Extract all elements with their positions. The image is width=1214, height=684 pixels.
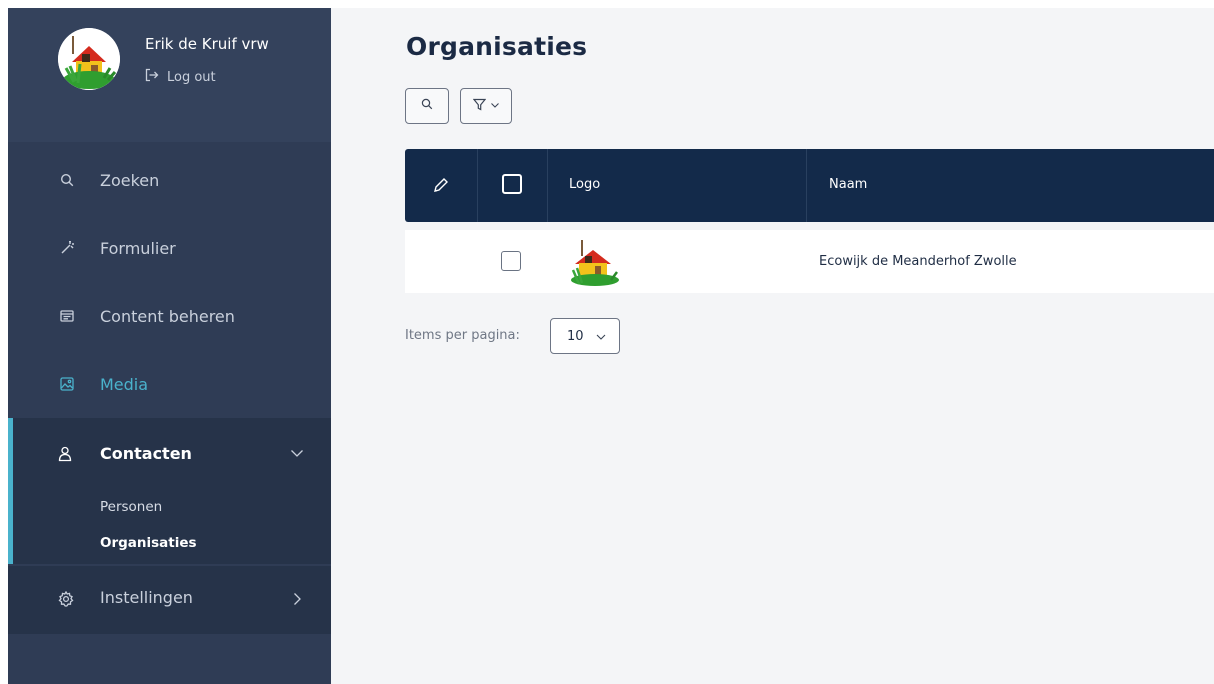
search-icon <box>58 171 76 189</box>
image-icon <box>58 375 76 393</box>
sidebar-item-search[interactable]: Zoeken <box>8 146 331 214</box>
logout-label: Log out <box>167 69 216 85</box>
column-header-name[interactable]: Naam <box>829 177 867 192</box>
chevron-down-icon <box>490 98 500 114</box>
column-divider <box>477 149 478 222</box>
sidebar-item-form[interactable]: Formulier <box>8 214 331 282</box>
items-per-page-label: Items per pagina: <box>405 328 520 343</box>
select-all-checkbox[interactable] <box>502 174 522 194</box>
sidebar-subitem-persons[interactable]: Personen <box>100 499 162 515</box>
sidebar-item-label: Formulier <box>100 238 176 258</box>
sidebar-item-media[interactable]: Media <box>8 350 331 418</box>
table-row[interactable]: Ecowijk de Meanderhof Zwolle <box>405 230 1214 293</box>
sidebar-item-label: Instellingen <box>100 588 193 607</box>
layout-icon <box>58 307 76 325</box>
gear-icon <box>58 590 76 609</box>
page-title: Organisaties <box>406 32 588 61</box>
table-header: Logo Naam <box>405 149 1214 222</box>
column-divider <box>806 149 807 222</box>
column-divider <box>547 149 548 222</box>
filter-button[interactable] <box>460 88 512 124</box>
sidebar-item-settings[interactable]: Instellingen <box>8 566 331 634</box>
search-icon <box>421 98 433 114</box>
items-per-page-select[interactable]: 10 <box>550 318 620 354</box>
sidebar-item-contacts[interactable]: Contacten <box>8 430 331 480</box>
user-icon <box>58 446 76 464</box>
user-name: Erik de Kruif vrw <box>145 35 269 53</box>
sidebar-item-content[interactable]: Content beheren <box>8 282 331 350</box>
organisation-name: Ecowijk de Meanderhof Zwolle <box>819 254 1017 269</box>
magic-wand-icon <box>58 239 76 257</box>
chevron-down-icon <box>290 446 304 460</box>
organisation-logo <box>567 238 623 288</box>
sidebar: Erik de Kruif vrw Log out Zoeken Formuli… <box>8 8 331 684</box>
avatar[interactable] <box>58 28 120 90</box>
filter-icon <box>472 98 486 115</box>
sidebar-item-label: Content beheren <box>100 306 235 326</box>
chevron-down-icon <box>595 331 607 343</box>
app-frame: Erik de Kruif vrw Log out Zoeken Formuli… <box>8 8 1214 684</box>
logout-link[interactable]: Log out <box>145 68 216 86</box>
sidebar-subitem-organisations[interactable]: Organisaties <box>100 535 197 551</box>
sidebar-item-label: Contacten <box>100 444 192 463</box>
user-panel: Erik de Kruif vrw Log out <box>8 8 331 142</box>
logout-icon <box>145 68 159 86</box>
row-checkbox[interactable] <box>501 251 521 271</box>
items-per-page-value: 10 <box>567 329 584 344</box>
sidebar-group-contacts: Contacten Personen Organisaties <box>8 418 331 564</box>
sidebar-item-label: Zoeken <box>100 170 160 190</box>
chevron-right-icon <box>290 592 304 606</box>
column-header-logo[interactable]: Logo <box>569 177 600 192</box>
search-button[interactable] <box>405 88 449 124</box>
edit-column-icon[interactable] <box>432 176 450 198</box>
sidebar-item-label: Media <box>100 374 149 394</box>
